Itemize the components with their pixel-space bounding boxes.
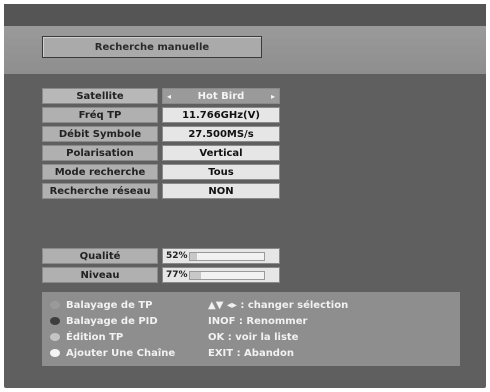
quality-label: Qualité <box>42 248 158 264</box>
param-value[interactable]: NON <box>162 183 280 199</box>
param-label: Débit Symbole <box>42 126 158 142</box>
param-value: Hot Bird <box>197 90 245 102</box>
param-value[interactable]: 27.500MS/s <box>162 126 280 142</box>
tv-screen: Recherche manuelle Satellite ◂ Hot Bird … <box>4 4 486 388</box>
level-bar-fill <box>190 272 202 279</box>
level-bar <box>189 271 265 280</box>
param-row-search-mode[interactable]: Mode recherche Tous <box>42 164 282 180</box>
param-label: Polarisation <box>42 145 158 161</box>
level-meter: 77% <box>162 267 280 283</box>
param-value[interactable]: Tous <box>162 164 280 180</box>
quality-bar-fill <box>190 253 198 260</box>
param-label: Satellite <box>42 88 158 104</box>
param-row-symbol-rate[interactable]: Débit Symbole 27.500MS/s <box>42 126 282 142</box>
quality-meter: 52% <box>162 248 280 264</box>
satellite-selector[interactable]: ◂ Hot Bird ▸ <box>162 88 280 104</box>
key-help-line: ▲▼ ◂▸ : changer sélection <box>208 299 349 311</box>
dark-dot-icon <box>50 317 60 325</box>
param-row-frequency[interactable]: Fréq TP 11.766GHz(V) <box>42 107 282 123</box>
level-label: Niveau <box>42 267 158 283</box>
param-row-network-search[interactable]: Recherche réseau NON <box>42 183 282 199</box>
top-band <box>4 4 486 26</box>
title-band: Recherche manuelle <box>4 26 486 74</box>
light-gray-dot-icon <box>50 333 60 341</box>
level-value: 77% <box>166 270 188 280</box>
legend-item-tp-edit[interactable]: Édition TP <box>50 330 210 344</box>
left-arrow-icon[interactable]: ◂ <box>167 92 171 101</box>
quality-value: 52% <box>166 251 188 261</box>
legend-label: Édition TP <box>66 331 124 343</box>
white-dot-icon <box>50 349 60 357</box>
help-panel: Balayage de TP Balayage de PID Édition T… <box>42 292 460 366</box>
page-title: Recherche manuelle <box>42 36 262 58</box>
param-label: Fréq TP <box>42 107 158 123</box>
legend-item-add-channel[interactable]: Ajouter Une Chaîne <box>50 346 210 360</box>
param-value[interactable]: 11.766GHz(V) <box>162 107 280 123</box>
legend-label: Ajouter Une Chaîne <box>66 347 176 359</box>
legend-item-pid-scan[interactable]: Balayage de PID <box>50 314 210 328</box>
key-help-line: OK : voir la liste <box>208 331 299 343</box>
legend-label: Balayage de PID <box>66 315 158 327</box>
legend-item-tp-scan[interactable]: Balayage de TP <box>50 298 210 312</box>
legend-label: Balayage de TP <box>66 299 153 311</box>
param-label: Recherche réseau <box>42 183 158 199</box>
right-arrow-icon[interactable]: ▸ <box>271 92 275 101</box>
param-label: Mode recherche <box>42 164 158 180</box>
param-row-satellite[interactable]: Satellite ◂ Hot Bird ▸ <box>42 88 282 104</box>
quality-bar <box>189 252 265 261</box>
param-row-polarisation[interactable]: Polarisation Vertical <box>42 145 282 161</box>
param-value[interactable]: Vertical <box>162 145 280 161</box>
gray-dot-icon <box>50 301 60 309</box>
key-help-line: INOF : Renommer <box>208 315 308 327</box>
key-help-line: EXIT : Abandon <box>208 347 294 359</box>
